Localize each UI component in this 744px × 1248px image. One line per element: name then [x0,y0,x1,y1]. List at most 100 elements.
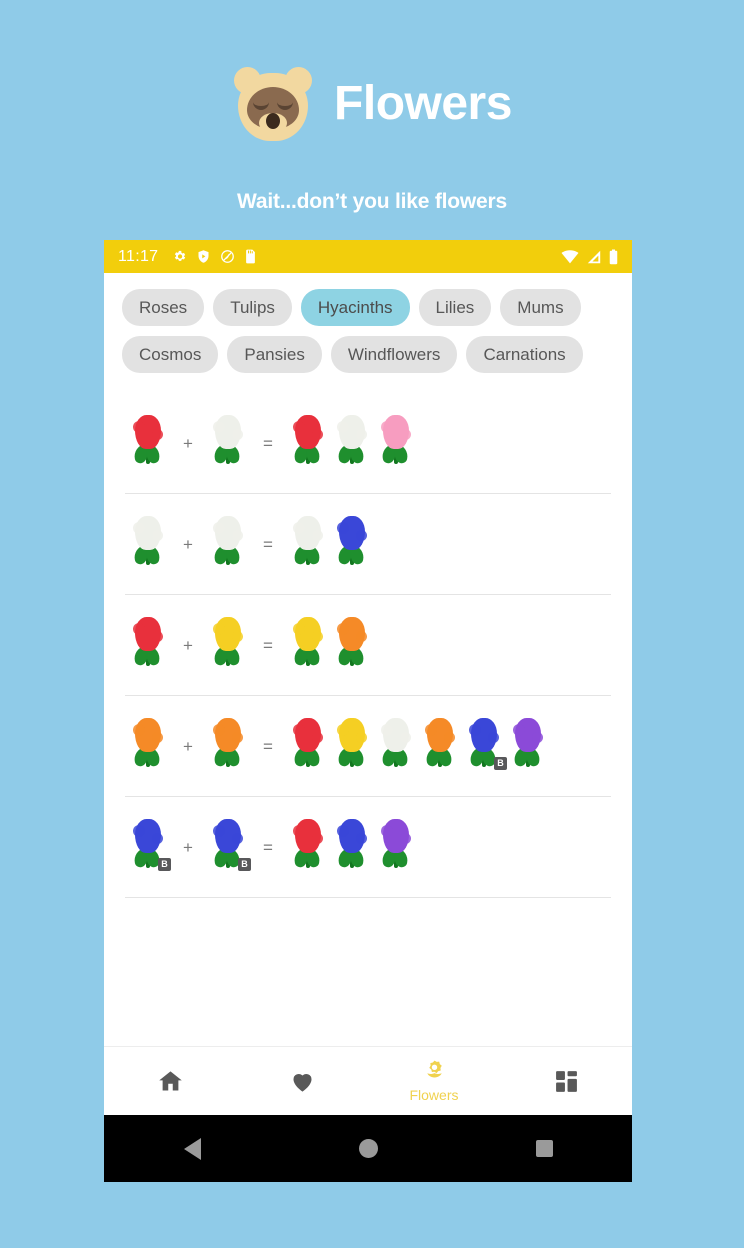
parent-a [126,413,170,475]
breeding-row[interactable]: + = [104,494,632,595]
parent-flower [126,413,170,475]
do-not-disturb-icon [221,250,235,263]
promo-header: Flowers Wait...don’t you like flowers [0,0,744,214]
nav-item-favorites[interactable] [236,1047,368,1115]
breeding-combination-list: + = + = + = + = B B + B = [104,387,632,1046]
parent-a: B [126,817,171,879]
breeding-row[interactable]: B + B = [104,797,632,898]
home-icon [158,1070,182,1090]
offspring-flower [418,716,462,778]
flower-bloom-yellow [337,717,367,752]
offspring-flower [330,413,374,475]
chip-lilies[interactable]: Lilies [418,289,492,326]
chip-mums[interactable]: Mums [500,289,581,326]
chip-row-1: Roses Tulips Hyacinths Lilies Mums [122,289,614,326]
shield-play-icon [198,250,209,263]
parent-b [206,413,250,475]
sd-card-icon [246,249,256,264]
flower-badge: B [238,857,251,871]
bottom-navigation: Flowers [104,1046,632,1115]
equals-operator: = [263,635,273,655]
chip-windflowers[interactable]: Windflowers [330,336,458,373]
parent-b [206,716,250,778]
chip-cosmos[interactable]: Cosmos [122,336,219,373]
offspring-flower [330,514,374,576]
chip-carnations[interactable]: Carnations [466,336,583,373]
heart-icon [293,1073,311,1092]
parent-flower [126,716,170,778]
offspring-flower [286,413,330,475]
flower-bloom-white [337,414,367,449]
promo-subtitle: Wait...don’t you like flowers [237,190,507,213]
status-time: 11:17 [118,247,159,265]
flower-bloom-blue [133,818,163,853]
flower-bloom-white [213,515,243,550]
flower-bloom-yellow [293,616,323,651]
phone-screenshot: 11:17 Roses Tulips Hyacinths Lilies Mums… [104,240,632,1182]
flower-bloom-blue [337,818,367,853]
offspring-flower [330,817,374,879]
chip-tulips[interactable]: Tulips [213,289,292,326]
offspring-flower [374,413,418,475]
flower-bloom-red [293,717,323,752]
flower-bloom-white [213,414,243,449]
flower-bloom-purple [513,717,543,752]
breeding-row[interactable]: + = B [104,696,632,797]
flower-bloom-white [133,515,163,550]
parent-flower [206,615,250,677]
parent-flower [206,514,250,576]
parent-flower: B [126,817,171,879]
equals-operator: = [263,736,273,756]
offspring-flower: B [462,716,507,778]
flower-bloom-orange [133,717,163,752]
promo-title-row: Flowers [0,58,744,150]
parent-flower [126,514,170,576]
chip-pansies[interactable]: Pansies [227,336,322,373]
flower-badge: B [158,857,171,871]
chip-roses[interactable]: Roses [122,289,205,326]
plus-operator: + [183,736,193,756]
flower-bloom-yellow [213,616,243,651]
flower-bloom-purple [381,818,411,853]
dashboard-grid-icon [555,1070,577,1092]
wifi-icon [561,249,579,263]
parent-flower [126,615,170,677]
offspring-flower [330,716,374,778]
offspring-flower [374,716,418,778]
status-bar: 11:17 [104,240,632,273]
flower-bloom-blue [337,515,367,550]
plus-operator: + [183,433,193,453]
chip-hyacinths[interactable]: Hyacinths [300,289,410,326]
breeding-row[interactable]: + = [104,595,632,696]
flower-bloom-red [133,616,163,651]
flower-bloom-red [293,818,323,853]
chip-row-2: Cosmos Pansies Windflowers Carnations [122,336,614,373]
android-back-button[interactable] [104,1137,280,1160]
flower-bloom-red [293,414,323,449]
flower-bloom-orange [213,717,243,752]
offspring-flower [286,716,330,778]
offspring-flower [506,716,550,778]
breeding-row[interactable]: + = [104,393,632,494]
flower-type-filter: Roses Tulips Hyacinths Lilies Mums Cosmo… [104,273,632,387]
flower-bloom-pink [381,414,411,449]
android-home-button[interactable] [280,1139,456,1158]
android-system-nav [104,1115,632,1182]
home-icon [358,1139,378,1158]
parent-a [126,514,170,576]
promo-title: Flowers [334,77,512,130]
flower-bloom-orange [425,717,455,752]
parent-b [206,514,250,576]
equals-operator: = [263,837,273,857]
plus-operator: + [183,534,193,554]
flower-bloom-blue [469,717,499,752]
nav-item-flowers[interactable]: Flowers [368,1047,500,1115]
offspring-group [286,817,418,879]
nav-item-dashboard[interactable] [500,1047,632,1115]
android-recents-button[interactable] [456,1140,632,1157]
parent-flower [206,413,250,475]
nav-item-home[interactable] [104,1047,236,1115]
gear-icon [175,250,186,261]
app-content: Roses Tulips Hyacinths Lilies Mums Cosmo… [104,273,632,1115]
recents-icon [535,1140,553,1157]
